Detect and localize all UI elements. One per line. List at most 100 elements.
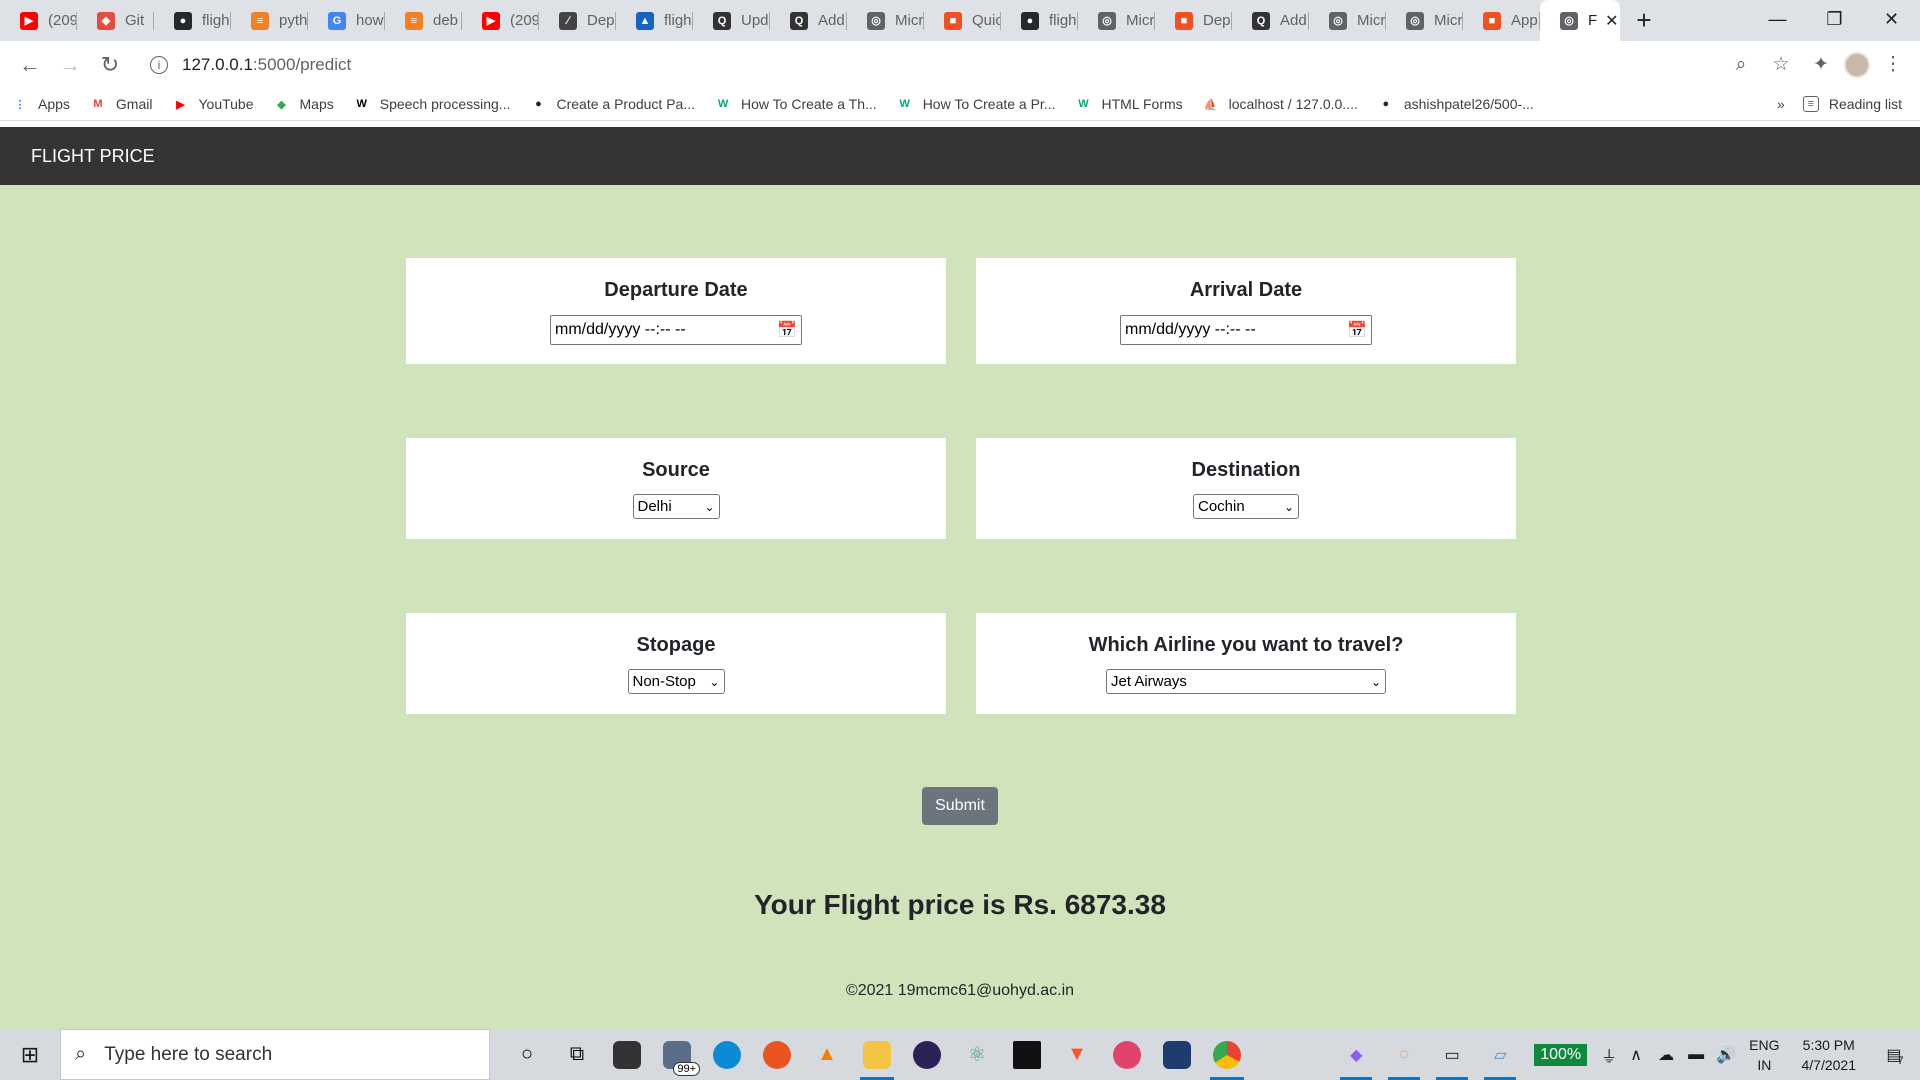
tab-favicon-icon: ◎ [1329,11,1347,30]
clock[interactable]: 5:30 PM 4/7/2021 [1788,1035,1871,1075]
close-tab-icon[interactable]: ✕ [1605,11,1618,31]
minimize-icon[interactable]: — [1749,0,1806,38]
notification-center-icon[interactable]: ▤ 7 [1870,1029,1920,1080]
battery-percent[interactable]: 100% [1534,1043,1588,1066]
new-tab-icon[interactable]: + [1624,0,1664,41]
browser-tab[interactable]: ▲ fligh [616,0,693,41]
submit-button[interactable]: Submit [922,787,998,825]
browser-tab[interactable]: ◎ Micr [847,0,924,41]
tab-favicon-icon: ● [174,11,192,30]
close-window-icon[interactable]: ✕ [1863,0,1920,38]
source-label: Source [642,459,710,481]
bookmark-star-icon[interactable]: ☆ [1764,48,1798,82]
extensions-icon[interactable]: ✦ [1804,48,1838,82]
bookmark-item[interactable]: M Gmail [90,96,152,112]
menu-kebab-icon[interactable]: ⋮ [1876,48,1910,82]
browser-tab[interactable]: ■ Dep [1155,0,1232,41]
browser-tab[interactable]: Q Add [770,0,847,41]
browser-tab[interactable]: ◎ Micr [1309,0,1386,41]
snipping-tool-icon[interactable] [1152,1029,1202,1080]
destination-select[interactable]: Cochin ⌄ [1193,494,1299,519]
site-info-icon[interactable]: i [150,55,168,74]
bookmark-item[interactable]: ⛵ localhost / 127.0.0.... [1203,96,1358,112]
url-path: :5000/predict [252,54,352,74]
navbar-brand[interactable]: FLIGHT PRICE [31,146,155,167]
bookmark-item[interactable]: ⋮ Apps [12,96,70,112]
forward-arrow-icon[interactable]: → [50,45,90,85]
terminal-icon[interactable]: ▭ [1428,1029,1476,1080]
bookmark-item[interactable]: ● ashishpatel26/500-... [1378,96,1534,112]
eclipse-icon[interactable] [902,1029,952,1080]
calendar-icon[interactable]: 📅 [1347,320,1367,340]
tab-title: Micr [1357,12,1386,29]
stopage-select[interactable]: Non-Stop ⌄ [627,669,725,694]
tab-title: Micr [1434,12,1463,29]
tab-favicon-icon: ● [1021,11,1039,30]
cortana-icon[interactable]: ○ [502,1029,552,1080]
ubuntu-icon[interactable] [752,1029,802,1080]
bookmark-label: HTML Forms [1101,96,1183,112]
address-bar[interactable]: i 127.0.0.1:5000/predict [136,47,1714,82]
airline-select[interactable]: Jet Airways ⌄ [1106,669,1386,694]
browser-tab[interactable]: ■ Quic [924,0,1001,41]
browser-tab[interactable]: ● fligh [1001,0,1078,41]
browser-tab[interactable]: Q Upd [693,0,770,41]
taskbar-search[interactable]: ⌕ Type here to search [60,1029,490,1080]
browser-toolbar: ← → ↻ i 127.0.0.1:5000/predict ⌕ ☆ ✦ ⋮ [0,41,1920,88]
browser-tab[interactable]: ◎ Micr [1386,0,1463,41]
back-arrow-icon[interactable]: ← [10,45,50,85]
mail-icon[interactable]: 99+ [652,1029,702,1080]
browser-tab[interactable]: ∕ Dep [539,0,616,41]
browser-tab[interactable]: ▶ (209 [462,0,539,41]
browser-tab-active[interactable]: ◎ F ✕ [1540,0,1620,41]
git-icon[interactable]: ◆ [1332,1029,1380,1080]
edge-icon[interactable] [702,1029,752,1080]
bookmark-item[interactable]: ● Create a Product Pa... [530,96,695,112]
bookmark-item[interactable]: W Speech processing... [354,96,511,112]
browser-tab[interactable]: ◆ Git [77,0,154,41]
windows-start-icon[interactable]: ⊞ [0,1029,60,1080]
onedrive-icon[interactable]: ☁ [1651,1029,1681,1080]
chevron-down-icon: ⌄ [1283,499,1294,514]
browser-tab[interactable]: ■ App [1463,0,1540,41]
bookmark-item[interactable]: W HTML Forms [1076,96,1183,112]
reading-list-button[interactable]: ≡ Reading list [1802,96,1902,112]
pycharm-icon[interactable] [1002,1029,1052,1080]
profile-avatar[interactable] [1844,51,1870,78]
chrome-icon[interactable] [1202,1029,1252,1080]
bookmark-label: Apps [38,96,70,112]
browser-tab[interactable]: Q Add [1232,0,1309,41]
source-select[interactable]: Delhi ⌄ [632,494,720,519]
browser-tab[interactable]: ● fligh [154,0,231,41]
store-icon[interactable] [602,1029,652,1080]
browser-tab[interactable]: ▶ (209 [0,0,77,41]
bookmark-item[interactable]: W How To Create a Th... [715,96,877,112]
rstudio-icon[interactable] [1102,1029,1152,1080]
brave-icon[interactable]: ▼ [1052,1029,1102,1080]
bookmark-item[interactable]: ◆ Maps [274,96,333,112]
language-indicator[interactable]: ENG IN [1741,1035,1787,1075]
jupyter-icon[interactable]: ◌ [1380,1029,1428,1080]
restore-icon[interactable]: ❐ [1806,0,1863,38]
browser-tab[interactable]: ≡ deb [385,0,462,41]
bookmark-item[interactable]: W How To Create a Pr... [897,96,1055,112]
browser-tab[interactable]: ◎ Micr [1078,0,1155,41]
notepad-icon[interactable]: ▱ [1476,1029,1524,1080]
file-explorer-icon[interactable] [852,1029,902,1080]
battery-icon[interactable]: ▬ [1681,1029,1711,1080]
browser-tab[interactable]: Ghow [308,0,385,41]
vlc-icon[interactable]: ▲ [802,1029,852,1080]
calendar-icon[interactable]: 📅 [777,320,797,340]
arrival-date-input[interactable]: mm/dd/yyyy --:-- -- 📅 [1120,315,1372,345]
volume-icon[interactable]: 🔊 [1711,1029,1741,1080]
reload-icon[interactable]: ↻ [90,45,130,85]
taskbar-search-placeholder: Type here to search [104,1043,273,1065]
zoom-icon[interactable]: ⌕ [1724,48,1758,82]
bookmark-item[interactable]: ▶ YouTube [172,96,253,112]
task-view-icon[interactable]: ⧉ [552,1029,602,1080]
chevron-up-icon[interactable]: ∧ [1621,1029,1651,1080]
departure-date-input[interactable]: mm/dd/yyyy --:-- -- 📅 [550,315,802,345]
atom-icon[interactable]: ⚛ [952,1029,1002,1080]
browser-tab[interactable]: ≡ pyth [231,0,308,41]
more-bookmarks-icon[interactable]: » [1777,96,1785,112]
